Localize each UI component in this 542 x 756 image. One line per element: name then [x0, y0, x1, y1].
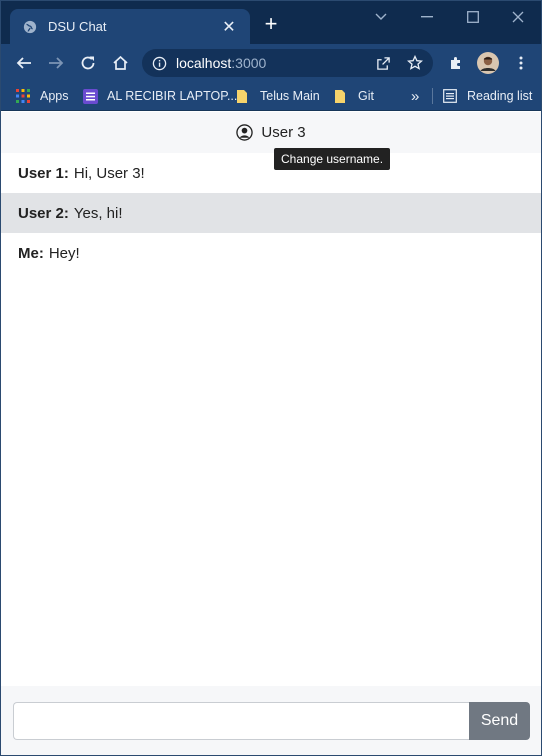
- list-item: Me: Hey!: [1, 233, 541, 273]
- bookmark-star-icon[interactable]: [405, 53, 425, 73]
- menu-kebab-icon[interactable]: [508, 50, 534, 76]
- extensions-icon[interactable]: [443, 50, 469, 76]
- browser-window: DSU Chat ✕ + localhost:3000 Apps AL REC…: [0, 0, 542, 756]
- bookmark-label: AL RECIBIR LAPTOP...: [107, 89, 238, 103]
- site-info-icon[interactable]: [152, 56, 167, 71]
- folder-icon: [334, 89, 348, 103]
- message-sender: User 2:: [18, 204, 69, 222]
- new-tab-button[interactable]: +: [260, 13, 282, 35]
- folder-icon: [236, 89, 250, 103]
- bookmark-label: Git: [358, 89, 374, 103]
- url-port: :3000: [231, 55, 267, 71]
- bookmark-apps[interactable]: Apps: [16, 86, 69, 106]
- message-sender: Me:: [18, 244, 44, 262]
- address-bar[interactable]: localhost:3000: [142, 49, 433, 77]
- bookmarks-bar: Apps AL RECIBIR LAPTOP... Telus Main Git…: [1, 81, 541, 111]
- globe-icon: [22, 19, 38, 35]
- forward-icon[interactable]: [43, 50, 69, 76]
- back-icon[interactable]: [11, 50, 37, 76]
- bookmark-telus-main[interactable]: Telus Main: [236, 86, 320, 106]
- bookmark-git[interactable]: Git: [334, 86, 374, 106]
- list-icon: [83, 89, 98, 104]
- message-input[interactable]: [13, 702, 469, 740]
- url-host: localhost: [176, 55, 232, 71]
- home-icon[interactable]: [107, 50, 133, 76]
- message-composer: Send: [1, 686, 541, 755]
- chat-page: User 3 Change username. User 1: Hi, User…: [1, 112, 541, 755]
- username-button[interactable]: User 3: [261, 124, 305, 141]
- tab-strip: DSU Chat ✕ +: [1, 1, 541, 44]
- tab-close-icon[interactable]: ✕: [220, 17, 238, 37]
- tab-title: DSU Chat: [48, 19, 107, 34]
- message-text: Hi, User 3!: [73, 164, 145, 182]
- bookmark-label: Apps: [40, 89, 69, 103]
- tab-dsu-chat[interactable]: DSU Chat ✕: [10, 9, 250, 44]
- list-item: User 2: Yes, hi!: [1, 193, 541, 233]
- message-list: User 1: Hi, User 3! User 2: Yes, hi! Me:…: [1, 153, 541, 273]
- send-button[interactable]: Send: [469, 702, 530, 740]
- bookmark-label: Telus Main: [260, 89, 320, 103]
- reading-list-icon: [443, 89, 457, 103]
- bookmark-al-recibir-laptop[interactable]: AL RECIBIR LAPTOP...: [83, 86, 237, 106]
- user-header: User 3: [1, 112, 541, 153]
- reading-list-button[interactable]: Reading list: [443, 86, 532, 106]
- bookmarks-overflow-icon[interactable]: »: [411, 86, 419, 106]
- message-sender: User 1:: [18, 164, 69, 182]
- apps-grid-icon: [16, 89, 30, 103]
- profile-avatar[interactable]: [475, 50, 501, 76]
- reload-icon[interactable]: [75, 50, 101, 76]
- browser-toolbar: localhost:3000: [1, 44, 541, 81]
- minimize-icon[interactable]: [415, 5, 439, 29]
- window-close-icon[interactable]: [506, 5, 530, 29]
- list-item: User 1: Hi, User 3!: [1, 153, 541, 193]
- maximize-icon[interactable]: [461, 5, 485, 29]
- message-text: Hey!: [48, 244, 80, 262]
- bookmarks-divider: [432, 88, 433, 104]
- user-circle-icon[interactable]: [236, 123, 254, 142]
- message-text: Yes, hi!: [73, 204, 123, 222]
- tab-search-chevron-icon[interactable]: [369, 5, 393, 29]
- share-icon[interactable]: [373, 53, 393, 73]
- reading-list-label: Reading list: [467, 89, 533, 103]
